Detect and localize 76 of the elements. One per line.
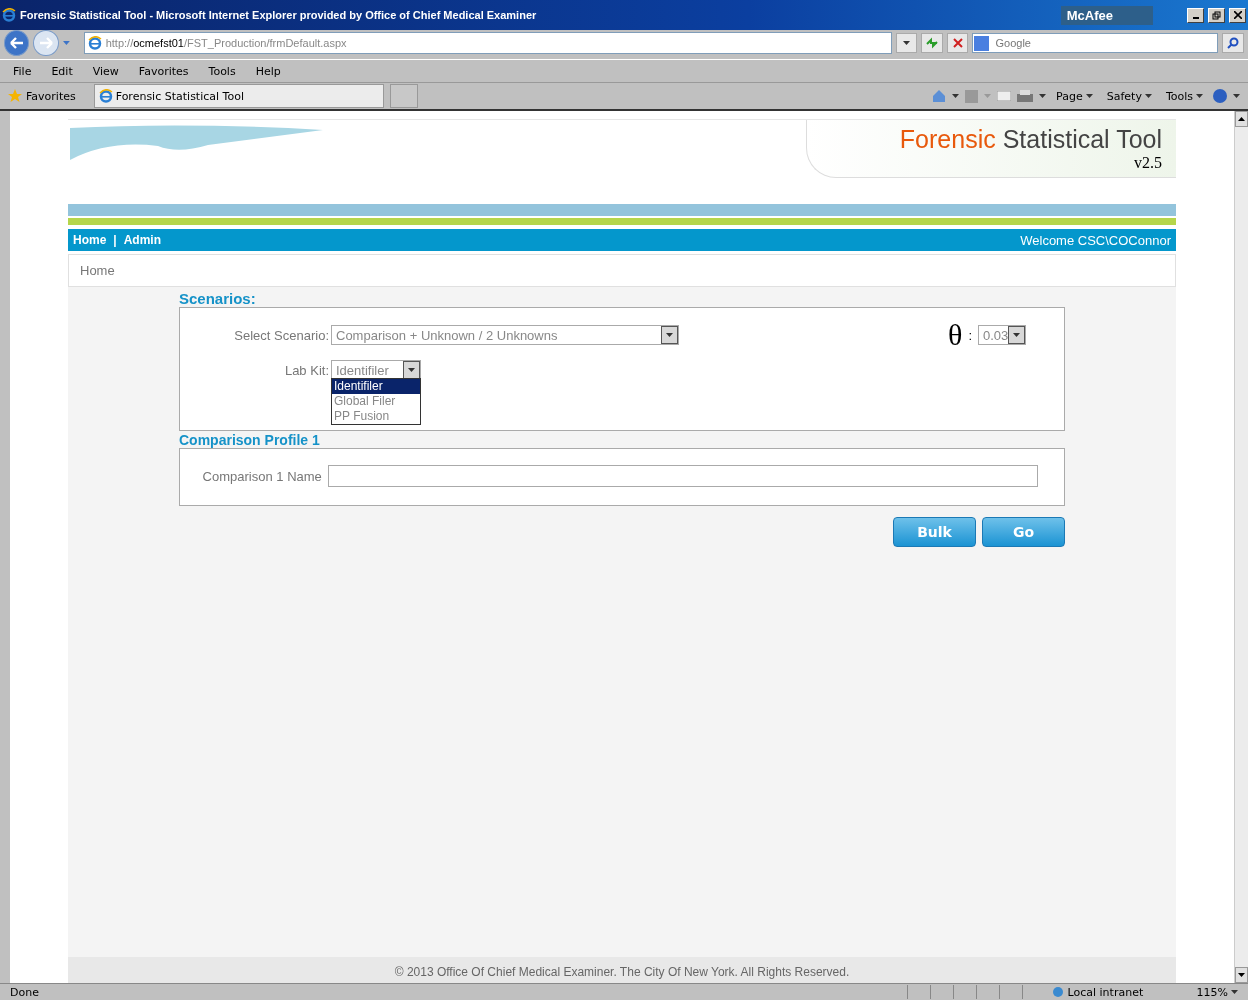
caret-icon bbox=[1196, 94, 1203, 98]
search-button[interactable] bbox=[1222, 33, 1244, 53]
window-title: Forensic Statistical Tool - Microsoft Internet Explorer provided by Office of Chief Medical Examiner bbox=[20, 9, 538, 21]
refresh-icon bbox=[925, 37, 940, 49]
browser-tab[interactable]: Forensic Statistical Tool bbox=[93, 84, 384, 108]
search-field[interactable]: Google bbox=[972, 33, 1219, 53]
zoom-button[interactable]: 115% bbox=[1196, 985, 1238, 999]
name-input[interactable] bbox=[327, 465, 1038, 487]
restore-icon bbox=[1212, 10, 1221, 20]
caret-icon bbox=[62, 41, 70, 45]
restore-button[interactable] bbox=[1208, 7, 1225, 23]
status-text: Done bbox=[10, 985, 40, 999]
minimize-button[interactable] bbox=[1187, 7, 1204, 23]
scroll-up-button[interactable] bbox=[1235, 111, 1248, 127]
caret-icon bbox=[903, 41, 911, 45]
printer-icon[interactable] bbox=[1017, 90, 1034, 102]
command-menu[interactable]: Safety bbox=[1102, 89, 1156, 103]
lab-kit-select[interactable]: Identifiler bbox=[331, 360, 421, 380]
close-icon bbox=[1233, 11, 1242, 19]
close-button[interactable] bbox=[1229, 7, 1246, 23]
section-heading: Comparison Profile 1 bbox=[179, 432, 320, 448]
caret-icon bbox=[666, 333, 673, 337]
caret-icon bbox=[984, 94, 992, 98]
browser-logo-icon bbox=[98, 89, 113, 103]
breadcrumb: Home bbox=[80, 263, 115, 278]
browser-logo-icon bbox=[2, 8, 16, 22]
welcome-text: Welcome CSC\COConnor bbox=[1020, 232, 1171, 248]
refresh-button[interactable] bbox=[921, 33, 943, 53]
footer-text: © 2013 Office Of Chief Medical Examiner. The City Of New York. All Rights Reserved. bbox=[394, 965, 850, 979]
field-label: Select Scenario: bbox=[233, 327, 329, 343]
theta-select[interactable]: 0.03 bbox=[978, 325, 1026, 345]
address-field[interactable]: http://ocmefst01/FST_Production/frmDefault.aspx bbox=[83, 32, 892, 54]
section-heading: Scenarios: bbox=[179, 290, 256, 307]
close-icon bbox=[952, 38, 963, 48]
command-menu[interactable]: Tools bbox=[1161, 89, 1207, 103]
caret-icon bbox=[1233, 94, 1240, 98]
caret-icon bbox=[1085, 94, 1093, 98]
caret-icon bbox=[1144, 94, 1152, 98]
home-icon[interactable] bbox=[932, 89, 947, 103]
forward-arrow-icon bbox=[39, 37, 54, 49]
addon-badge[interactable]: McAfee bbox=[1060, 5, 1153, 25]
caret-icon bbox=[408, 368, 415, 372]
dropdown-menu-item[interactable]: Identifiler bbox=[332, 379, 420, 394]
new-tab-button[interactable] bbox=[389, 84, 418, 108]
zone-indicator: Local intranet bbox=[1050, 985, 1191, 999]
menu-item[interactable]: File bbox=[10, 64, 35, 78]
menu-item[interactable]: Favorites bbox=[135, 64, 192, 78]
search-icon bbox=[1227, 37, 1240, 49]
back-arrow-icon bbox=[9, 37, 24, 49]
dropdown-button[interactable] bbox=[895, 33, 918, 53]
menu-item[interactable]: Tools bbox=[205, 64, 239, 78]
command-menu[interactable]: Page bbox=[1052, 89, 1097, 103]
caret-icon bbox=[1238, 973, 1245, 977]
favorites-button[interactable]: Favorites bbox=[8, 89, 76, 103]
up-arrow-icon bbox=[1238, 117, 1245, 121]
theta-symbol: θ bbox=[948, 318, 963, 352]
menu-item[interactable]: Help bbox=[252, 64, 284, 78]
scroll-down-button[interactable] bbox=[1235, 967, 1248, 983]
field-label: Lab Kit: bbox=[283, 362, 329, 378]
star-icon bbox=[8, 89, 22, 103]
scenario-select[interactable]: Comparison + Unknown / 2 Unknowns bbox=[331, 325, 679, 345]
theta-colon: : bbox=[968, 327, 972, 343]
browser-logo-icon bbox=[87, 36, 102, 50]
caret-icon bbox=[1231, 990, 1238, 994]
field-label: Comparison 1 Name bbox=[201, 468, 322, 484]
caret-icon bbox=[1013, 333, 1021, 337]
forward-button[interactable] bbox=[33, 30, 59, 56]
scrollbar[interactable] bbox=[1234, 111, 1248, 983]
caret-icon bbox=[952, 94, 960, 98]
nav-separator: | bbox=[113, 233, 117, 247]
menu-item[interactable]: Edit bbox=[48, 64, 76, 78]
site-logo: Forensic Statistical Tool v2.5 bbox=[806, 120, 1176, 178]
caret-icon bbox=[1039, 94, 1047, 98]
stop-button[interactable] bbox=[946, 33, 969, 53]
menu-item[interactable]: View bbox=[89, 64, 122, 78]
back-button[interactable] bbox=[4, 30, 30, 56]
